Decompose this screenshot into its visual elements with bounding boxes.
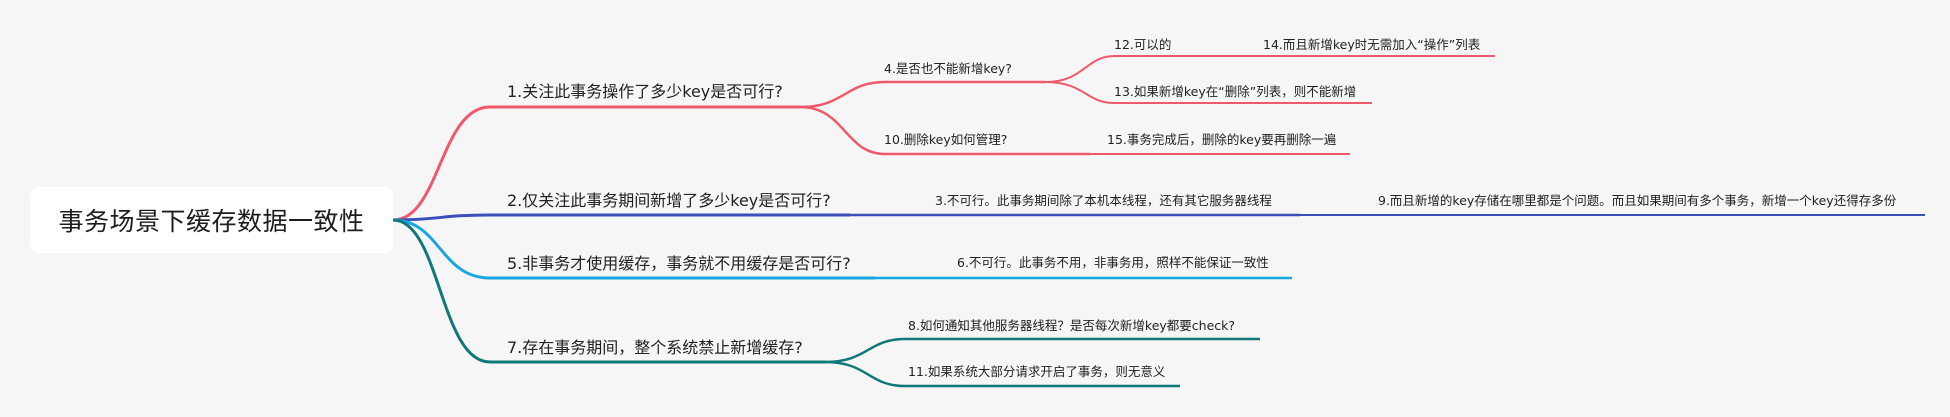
connector-b4-to-b4c1 [824,337,1260,364]
connector-root-to-b2 [392,213,850,222]
topic-b4c1[interactable]: 8.如何通知其他服务器线程？是否每次新增key都要check? [908,319,1235,333]
topic-b1c2g1[interactable]: 15.事务完成后，删除的key要再删除一遍 [1107,133,1336,147]
topic-b2c1[interactable]: 3.不可行。此事务期间除了本机本线程，还有其它服务器线程 [935,194,1272,208]
connector-b1c1-to-b1c1g1 [1044,55,1230,83]
topic-b4[interactable]: 7.存在事务期间，整个系统禁止新增缓存? [507,340,803,356]
topic-b1c2[interactable]: 10.删除key如何管理? [884,133,1007,147]
topic-b1c1g1[interactable]: 12.可以的 [1114,38,1171,52]
topic-b3c1[interactable]: 6.不可行。此事务不用，非事务用，照样不能保证一致性 [957,256,1269,270]
topic-b4c2[interactable]: 11.如果系统大部分请求开启了事务，则无意义 [908,365,1165,379]
topic-b2[interactable]: 2.仅关注此事务期间新增了多少key是否可行? [507,193,831,209]
connector-b1-to-b1c1 [799,80,1045,109]
topic-b1c1[interactable]: 4.是否也不能新增key? [884,62,1012,76]
topic-b3[interactable]: 5.非事务才使用缓存，事务就不用缓存是否可行? [507,256,851,272]
topic-b1c1g1x1[interactable]: 14.而且新增key时无需加入“操作”列表 [1263,38,1480,52]
topic-b1c1g2[interactable]: 13.如果新增key在“删除”列表，则不能新增 [1114,85,1356,99]
root-topic[interactable]: 事务场景下缓存数据一致性 [30,187,393,253]
topic-b2c1g1[interactable]: 9.而且新增的key存储在哪里都是个问题。而且如果期间有多个事务，新增一个key… [1378,194,1896,208]
root-topic-label: 事务场景下缓存数据一致性 [58,207,365,236]
topic-b1[interactable]: 1.关注此事务操作了多少key是否可行? [507,84,783,100]
